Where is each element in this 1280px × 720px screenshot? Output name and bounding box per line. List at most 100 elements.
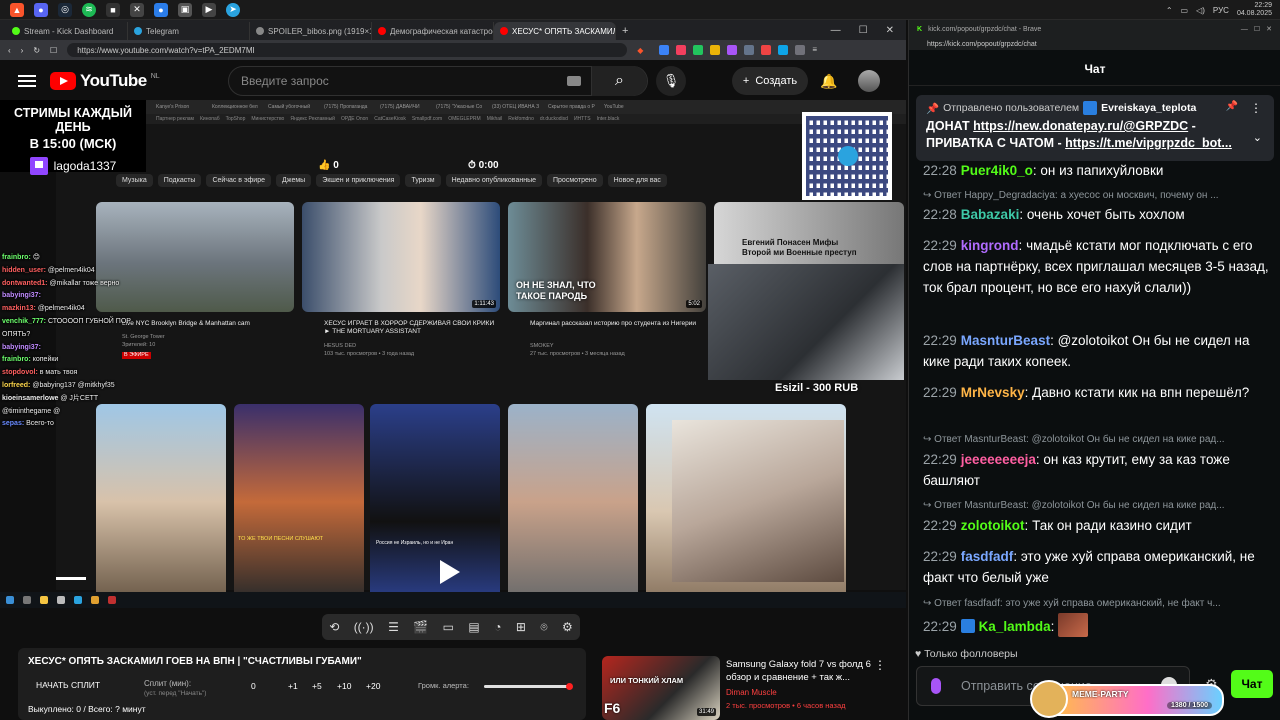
- video-thumbnail[interactable]: Россия не Израиль, но и не Иран: [370, 404, 500, 600]
- reply-context[interactable]: ↪ Ответ MasnturBeast: @zolotoikot Он бы …: [923, 434, 1269, 445]
- subtitles-icon[interactable]: ▤: [468, 620, 479, 634]
- video-thumbnail[interactable]: [508, 404, 638, 600]
- reply-context[interactable]: ↪ Ответ Happy_Degradaciya: а хуесос он м…: [923, 190, 1269, 201]
- recommended-channel[interactable]: Diman Muscle: [726, 688, 777, 697]
- url-input[interactable]: https://www.youtube.com/watch?v=tPA_2EDM…: [67, 43, 628, 57]
- message-user[interactable]: kingrond: [961, 238, 1019, 253]
- close-icon[interactable]: ✕: [1266, 25, 1272, 33]
- network-icon[interactable]: ▭: [1181, 6, 1189, 15]
- new-tab-button[interactable]: +: [622, 22, 628, 40]
- telegram-bot-link[interactable]: https://t.me/vipgrpzdc_bot...: [1065, 136, 1232, 150]
- telegram-icon[interactable]: ➤: [226, 2, 240, 17]
- app-icon[interactable]: ■: [106, 2, 120, 17]
- extension-icon[interactable]: [693, 45, 704, 55]
- discord-icon[interactable]: ●: [34, 2, 48, 17]
- message-user[interactable]: fasdfadf: [961, 549, 1014, 564]
- send-chat-button[interactable]: Чат: [1231, 670, 1273, 698]
- keyboard-language[interactable]: РУС: [1213, 6, 1229, 15]
- minimize-icon[interactable]: —: [831, 25, 841, 36]
- search-button[interactable]: ⌕: [591, 66, 647, 96]
- back-icon[interactable]: ‹: [8, 46, 11, 55]
- app-icon[interactable]: ✕: [130, 2, 144, 17]
- slider-knob[interactable]: [566, 683, 574, 690]
- message-user[interactable]: zolotoikot: [961, 518, 1025, 533]
- message-user[interactable]: MasnturBeast: [961, 333, 1050, 348]
- alert-volume-slider[interactable]: [484, 683, 574, 690]
- bookmark-icon[interactable]: ☐: [50, 46, 57, 55]
- steam-icon[interactable]: ◎: [58, 2, 72, 17]
- forward-icon[interactable]: ›: [21, 46, 24, 55]
- tab-youtube-active[interactable]: ХЕСУС* ОПЯТЬ ЗАСКАМИЛ Г...✕: [494, 22, 616, 40]
- donation-link[interactable]: https://new.donatepay.ru/@GRPZDC: [973, 119, 1188, 133]
- camera-icon[interactable]: ⌾: [540, 620, 547, 635]
- kick-url-bar[interactable]: https://kick.com/popout/grpzdc/chat: [909, 38, 1280, 50]
- message-user[interactable]: Babazaki: [961, 207, 1020, 222]
- video-progress-bar[interactable]: [56, 577, 86, 580]
- video-thumbnail[interactable]: 1:11:43: [302, 202, 500, 312]
- broadcast-icon[interactable]: ((·)): [354, 620, 374, 634]
- tab-youtube-demography[interactable]: Демографическая катастрофа. Що...: [372, 22, 494, 40]
- youtube-logo[interactable]: YouTube NL: [50, 71, 160, 91]
- chevron-down-icon[interactable]: ⌄: [1253, 131, 1262, 144]
- message-user[interactable]: Ka_lambda: [979, 619, 1051, 634]
- gear-icon[interactable]: ⚙: [562, 620, 573, 634]
- video-thumbnail[interactable]: [96, 404, 226, 600]
- close-icon[interactable]: ✕: [886, 25, 894, 36]
- extension-icon[interactable]: [778, 45, 789, 55]
- extension-icon[interactable]: [744, 45, 755, 55]
- start-split-button[interactable]: НАЧАТЬ СПЛИТ: [36, 680, 100, 690]
- app-icon[interactable]: ●: [154, 2, 168, 17]
- video-thumbnail[interactable]: ОН НЕ ЗНАЛ, ЧТО ТАКОЕ ПАРОДЬ 5:02: [508, 202, 706, 312]
- menu-icon[interactable]: ≡: [812, 45, 822, 55]
- minimize-icon[interactable]: —: [1241, 26, 1248, 33]
- clip-icon[interactable]: 🎬: [413, 620, 428, 634]
- video-thumbnail[interactable]: ТО ЖЕ ТВОИ ПЕСНИ СЛУШАЮТ: [234, 404, 364, 600]
- playlist-icon[interactable]: ☰: [388, 620, 399, 634]
- message-user[interactable]: MrNevsky: [961, 385, 1025, 400]
- tab-spoiler-image[interactable]: SPOILER_bibos.png (1919×1079): [250, 22, 372, 40]
- recommended-thumbnail[interactable]: ИЛИ ТОНКИЙ ХЛАМ F6 31:49: [602, 656, 720, 720]
- clock[interactable]: 22:29 04.08.2025: [1237, 2, 1272, 18]
- maximize-icon[interactable]: ☐: [859, 25, 868, 36]
- more-options-icon[interactable]: ⋮: [1250, 101, 1262, 115]
- microphone-icon[interactable]: [931, 678, 941, 694]
- keyboard-icon[interactable]: [567, 76, 581, 86]
- volume-icon[interactable]: ◁): [1196, 6, 1205, 15]
- picture-in-picture-icon[interactable]: ▭: [443, 620, 454, 634]
- tab-kick-dashboard[interactable]: Stream - Kick Dashboard: [6, 22, 128, 40]
- extension-icon[interactable]: [761, 45, 772, 55]
- voice-search-button[interactable]: 🎙: [656, 66, 686, 96]
- spotify-icon[interactable]: ≋: [82, 2, 96, 17]
- search-input[interactable]: Введите запрос ⌕: [228, 66, 648, 96]
- reply-context[interactable]: ↪ Ответ MasnturBeast: @zolotoikot Он бы …: [923, 500, 1269, 511]
- tab-telegram[interactable]: Telegram: [128, 22, 250, 40]
- unpin-icon[interactable]: 📌: [1226, 101, 1238, 112]
- extension-icon[interactable]: [795, 45, 806, 55]
- brave-shield-icon[interactable]: ◆: [637, 46, 643, 55]
- add-icon[interactable]: ⊞: [516, 620, 526, 634]
- loop-icon[interactable]: ⟲: [329, 620, 339, 634]
- extension-icon[interactable]: [676, 45, 687, 55]
- reload-icon[interactable]: ↻: [33, 46, 40, 55]
- reply-context[interactable]: ↪ Ответ fasdfadf: это уже хуй справа оме…: [923, 598, 1269, 609]
- pinned-by-user[interactable]: Evreiskaya_teplota: [1101, 102, 1196, 114]
- split-value-input[interactable]: 0: [251, 681, 256, 691]
- app-icon[interactable]: ▶: [202, 2, 216, 17]
- step-plus-20-button[interactable]: +20: [366, 681, 380, 691]
- speed-icon[interactable]: ◔: [494, 620, 501, 634]
- recommended-title[interactable]: Samsung Galaxy fold 7 vs фолд 6 обзор и …: [726, 658, 872, 684]
- hamburger-menu-icon[interactable]: [18, 72, 36, 90]
- bell-icon[interactable]: 🔔: [820, 73, 837, 90]
- extension-icon[interactable]: [727, 45, 738, 55]
- extension-icon[interactable]: [659, 45, 670, 55]
- maximize-icon[interactable]: ☐: [1254, 25, 1260, 33]
- avatar[interactable]: [858, 70, 880, 92]
- extension-icon[interactable]: [710, 45, 721, 55]
- step-plus-5-button[interactable]: +5: [312, 681, 322, 691]
- message-user[interactable]: jeeeeeeeeja: [961, 452, 1036, 467]
- create-button[interactable]: + Создать: [732, 67, 808, 95]
- more-options-icon[interactable]: ⋮: [874, 658, 886, 672]
- message-user[interactable]: Puer4ik0_o: [961, 163, 1033, 178]
- play-icon[interactable]: [440, 560, 460, 584]
- app-icon[interactable]: ▣: [178, 2, 192, 17]
